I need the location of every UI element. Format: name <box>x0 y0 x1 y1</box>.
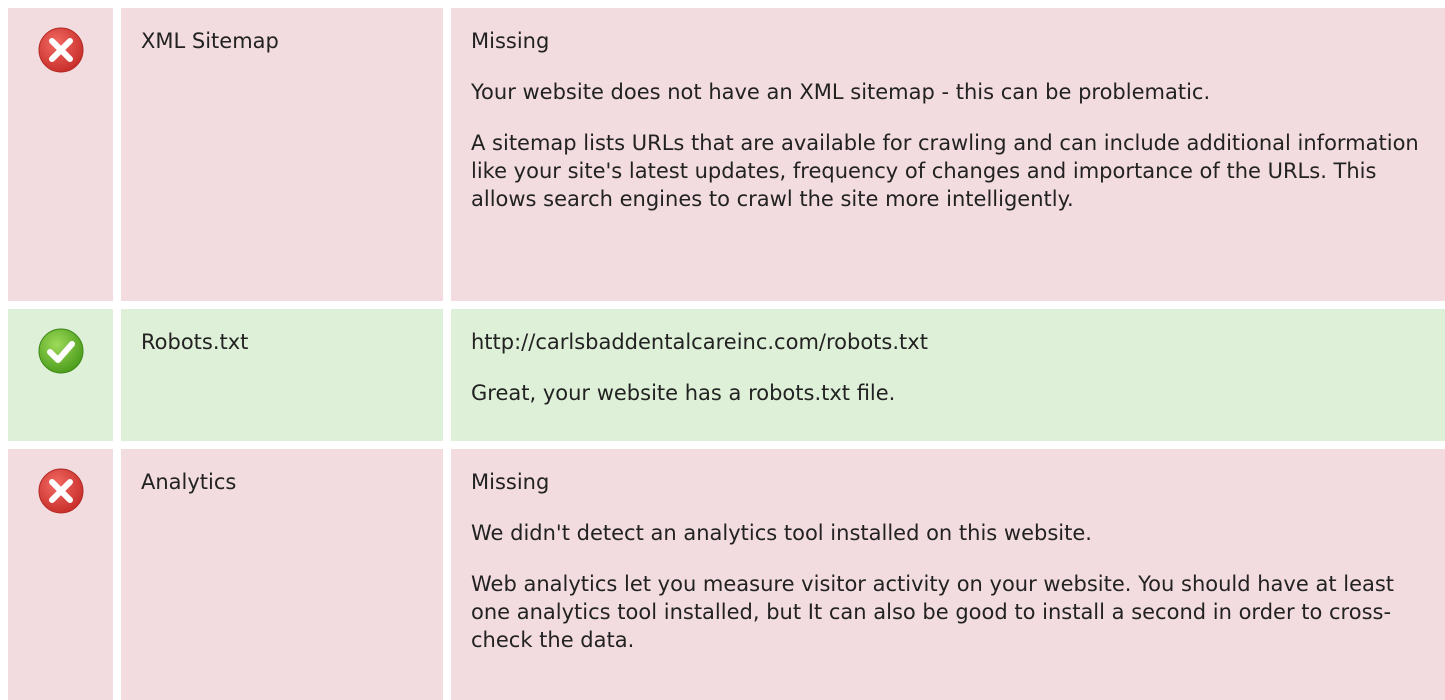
error-x-icon <box>37 26 85 74</box>
check-name-label: Analytics <box>141 470 237 494</box>
check-explanation: A sitemap lists URLs that are available … <box>471 131 1419 211</box>
error-x-icon <box>37 467 85 515</box>
check-message: We didn't detect an analytics tool insta… <box>471 521 1092 545</box>
check-message: Great, your website has a robots.txt fil… <box>471 381 896 405</box>
check-icon <box>37 327 85 375</box>
status-cell <box>0 0 113 301</box>
check-value: Missing <box>471 29 550 53</box>
check-name-label: Robots.txt <box>141 330 249 354</box>
check-message: Your website does not have an XML sitema… <box>471 80 1211 104</box>
check-detail: Missing We didn't detect an analytics to… <box>443 441 1445 700</box>
check-value: Missing <box>471 470 550 494</box>
check-value: http://carlsbaddentalcareinc.com/robots.… <box>471 330 928 354</box>
check-name: Analytics <box>113 441 443 700</box>
check-explanation: Web analytics let you measure visitor ac… <box>471 572 1395 652</box>
check-name-label: XML Sitemap <box>141 29 279 53</box>
check-name: Robots.txt <box>113 301 443 441</box>
check-detail: http://carlsbaddentalcareinc.com/robots.… <box>443 301 1445 441</box>
status-cell <box>0 441 113 700</box>
check-name: XML Sitemap <box>113 0 443 301</box>
check-detail: Missing Your website does not have an XM… <box>443 0 1445 301</box>
seo-results-table: XML Sitemap Missing Your website does no… <box>0 0 1445 700</box>
status-cell <box>0 301 113 441</box>
